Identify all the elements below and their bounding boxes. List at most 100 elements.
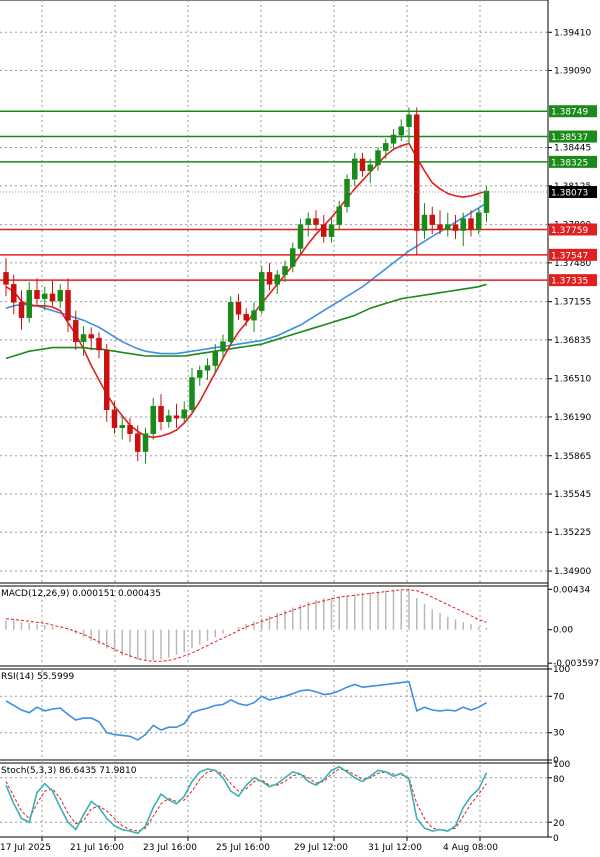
candle (414, 107, 420, 255)
candle-body (197, 370, 203, 378)
candle (352, 152, 358, 187)
candle-body (173, 415, 180, 419)
level-label: 1.38325 (551, 158, 588, 168)
candle (328, 218, 335, 243)
candle (189, 367, 195, 414)
time-axis-label: 21 Jul 16:00 (70, 843, 124, 853)
candle-body (119, 425, 125, 428)
candle-body (49, 293, 56, 302)
candle (104, 344, 110, 422)
candle (445, 212, 451, 237)
candle-body (26, 290, 32, 319)
candle (119, 415, 125, 440)
candle (266, 262, 273, 291)
candle-body (274, 274, 280, 285)
price-tick-label: 1.36190 (554, 413, 591, 423)
candle-body (460, 218, 466, 231)
candle (57, 284, 63, 309)
candle-body (42, 293, 48, 299)
candle (204, 358, 211, 380)
candle-body (235, 302, 242, 315)
candle (88, 327, 94, 351)
candle (406, 107, 412, 144)
candle-body (243, 313, 249, 321)
current-price-label: 1.38073 (551, 188, 588, 198)
candle-body (383, 143, 389, 151)
candle (274, 269, 280, 294)
candle-body (135, 433, 141, 452)
candle-body (328, 224, 335, 237)
candle-body (414, 114, 420, 231)
candle (383, 138, 389, 159)
candle-body (429, 214, 435, 225)
candle-body (359, 158, 366, 172)
candle (313, 210, 319, 231)
forex-chart: 1.394101.390901.384451.381251.378001.374… (0, 0, 600, 853)
candle-body (150, 405, 156, 434)
stoch-tick-label: 0 (553, 834, 559, 844)
price-tick-label: 1.37155 (554, 298, 591, 308)
candle-body (181, 409, 187, 419)
candle (282, 260, 288, 282)
candle (359, 152, 366, 177)
candle-body (468, 218, 474, 230)
candle-body (18, 302, 25, 319)
candle (259, 266, 265, 315)
candle-body (297, 224, 304, 249)
rsi-tick-label: 30 (553, 729, 565, 739)
candle-body (57, 290, 63, 302)
time-axis-label: 31 Jul 12:00 (368, 843, 422, 853)
candle-body (127, 425, 133, 434)
price-tick-label: 1.39410 (554, 28, 591, 38)
price-tick-label: 1.34900 (554, 567, 591, 577)
candle-body (220, 341, 226, 352)
candle (150, 397, 156, 440)
time-axis-label: 29 Jul 12:00 (294, 843, 348, 853)
macd-indicator-label: MACD(12,26,9) 0.000151 0.000435 (1, 589, 161, 599)
candle-body (80, 334, 87, 342)
candle-body (204, 365, 211, 371)
price-tick-label: 1.35225 (554, 528, 591, 538)
price-tick-label: 1.36510 (554, 375, 591, 385)
candle-body (406, 114, 412, 127)
stoch-tick-label: 100 (553, 760, 570, 770)
stoch-indicator-label: Stoch(5,3,3) 86.6435 71.9810 (1, 766, 137, 776)
candle-body (111, 409, 118, 428)
chart-canvas: 1.394101.390901.384451.381251.378001.374… (0, 0, 599, 853)
candle-body (344, 178, 350, 207)
candle-body (104, 349, 110, 411)
candle (305, 212, 311, 237)
candle-body (3, 272, 9, 285)
candle-body (158, 405, 164, 422)
candle-body (290, 248, 296, 267)
level-label: 1.37547 (551, 251, 588, 261)
candle-body (421, 214, 428, 231)
candle-body (34, 290, 40, 299)
candle (398, 119, 404, 141)
candle-body (259, 272, 265, 311)
candle (96, 332, 102, 359)
candle-body (11, 284, 17, 303)
stoch-tick-label: 20 (553, 819, 565, 829)
price-tick-label: 1.35865 (554, 452, 591, 462)
candle-body (375, 150, 381, 166)
candle (142, 427, 149, 464)
time-axis-label: 25 Jul 16:00 (216, 843, 270, 853)
candle (18, 290, 25, 330)
candle-body (483, 190, 490, 213)
candle-body (352, 158, 358, 180)
candle (297, 218, 304, 255)
candle (375, 146, 381, 171)
candle (166, 409, 172, 428)
macd-tick-label: 0.00434 (553, 585, 590, 595)
candle-body (437, 224, 443, 230)
price-tick-label: 1.36835 (554, 336, 591, 346)
candle-body (336, 206, 342, 225)
macd-tick-label: 0.00 (553, 626, 573, 636)
candle-body (88, 334, 94, 339)
candle (344, 174, 350, 213)
candle (243, 308, 249, 327)
price-tick-label: 1.38445 (554, 144, 591, 154)
candle-body (367, 164, 373, 172)
stoch-tick-label: 80 (553, 775, 565, 785)
